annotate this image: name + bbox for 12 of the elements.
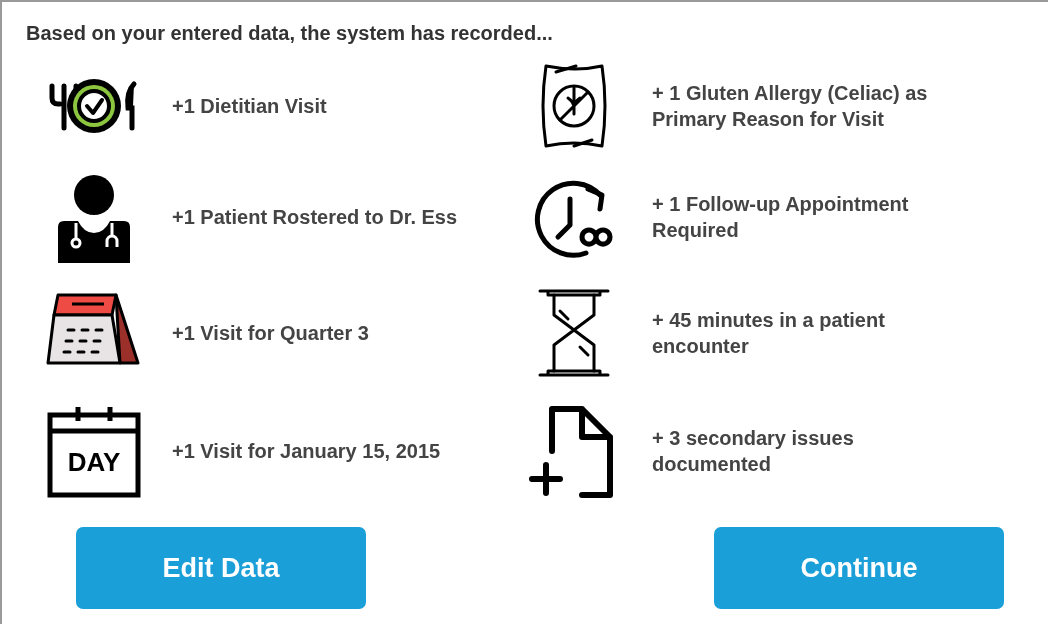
recorded-item-text: + 1 Gluten Allergy (Celiac) as Primary Reason for Visit	[652, 81, 929, 132]
icon-label: DAY	[67, 447, 121, 477]
summary-heading: Based on your entered data, the system has recorded...	[26, 22, 554, 45]
edit-data-button[interactable]: Edit Data	[76, 527, 366, 609]
recorded-item-text: + 1 Follow-up Appointment Required	[652, 192, 910, 243]
recorded-item-text: + 45 minutes in a patient encounter	[652, 308, 886, 359]
recorded-item-text: +1 Patient Rostered to Dr. Ess	[172, 205, 458, 230]
recorded-item-text: + 3 secondary issues documented	[652, 426, 855, 477]
continue-button[interactable]: Continue	[714, 527, 1004, 609]
recorded-item-text: +1 Dietitian Visit	[172, 94, 327, 119]
recorded-item-text: +1 Visit for Quarter 3	[172, 321, 369, 346]
recorded-item-text: +1 Visit for January 15, 2015	[172, 439, 441, 464]
